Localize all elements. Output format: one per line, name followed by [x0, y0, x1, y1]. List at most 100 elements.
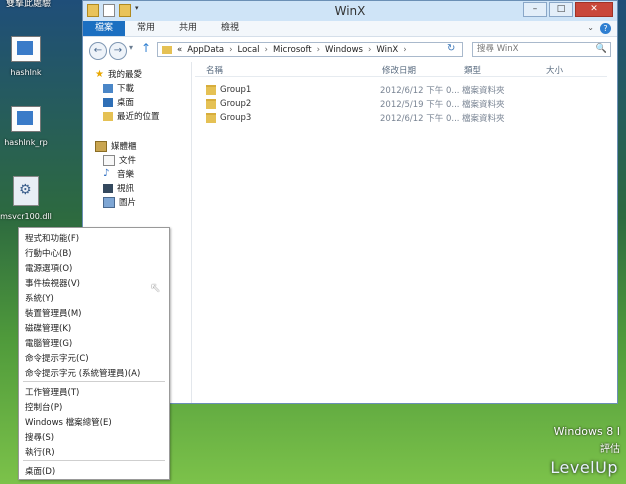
- menu-item-event-viewer[interactable]: 事件檢視器(V): [25, 277, 80, 289]
- minimize-button[interactable]: –: [523, 2, 547, 17]
- recent-places-icon: [103, 111, 113, 121]
- menu-separator: [23, 381, 165, 382]
- menu-item-run[interactable]: 執行(R): [25, 446, 55, 458]
- music-icon: ♪: [103, 168, 110, 179]
- menu-separator: [23, 460, 165, 461]
- nav-libraries[interactable]: 媒體櫃: [95, 140, 137, 152]
- tab-file[interactable]: 檔案: [83, 21, 126, 36]
- menu-item-disk-management[interactable]: 磁碟管理(K): [25, 322, 71, 334]
- column-header-size[interactable]: 大小: [546, 64, 563, 76]
- address-segment[interactable]: Microsoft: [273, 45, 312, 55]
- file-date: 2012/5/19 下午 0...: [380, 100, 460, 110]
- nav-label: 圖片: [119, 198, 137, 208]
- expand-ribbon-icon[interactable]: ⌄: [587, 23, 594, 34]
- refresh-button[interactable]: ↻: [447, 43, 455, 54]
- address-segment[interactable]: AppData: [187, 45, 224, 55]
- nav-label: 下載: [117, 84, 135, 94]
- address-segment[interactable]: WinX: [376, 45, 398, 55]
- folder-icon: [206, 113, 216, 123]
- nav-label: 我的最愛: [107, 70, 142, 80]
- chevron-right-icon[interactable]: ›: [229, 45, 232, 55]
- help-icon[interactable]: ?: [600, 23, 611, 34]
- nav-label: 最近的位置: [117, 112, 160, 122]
- nav-item-recent[interactable]: 最近的位置: [103, 110, 160, 122]
- menu-item-computer-management[interactable]: 電腦管理(G): [25, 337, 72, 349]
- address-bar[interactable]: « AppData › Local › Microsoft › Windows …: [157, 42, 463, 57]
- desktop-icon-label: hashlnk: [10, 68, 42, 77]
- address-segment[interactable]: Windows: [325, 45, 363, 55]
- address-row: ← → ▾ ↑ « AppData › Local › Microsoft › …: [83, 37, 617, 63]
- window-controls: – □ ✕: [523, 2, 613, 17]
- tab-view[interactable]: 檢視: [209, 21, 251, 36]
- desktop-icon-label: msvcr100.dll: [0, 212, 52, 221]
- nav-label: 媒體櫃: [111, 142, 137, 152]
- up-button[interactable]: ↑: [141, 41, 151, 55]
- desktop-icon: [103, 97, 113, 107]
- title-bar[interactable]: ▾ WinX – □ ✕: [83, 1, 617, 21]
- search-input[interactable]: 搜尋 WinX 🔍: [472, 42, 611, 57]
- nav-item-videos[interactable]: 視訊: [103, 182, 134, 194]
- chevron-right-icon[interactable]: ›: [317, 45, 320, 55]
- file-row[interactable]: Group1 2012/6/12 下午 0... 檔案資料夾: [206, 84, 542, 96]
- column-header-date[interactable]: 修改日期: [382, 64, 416, 76]
- file-icon: [11, 106, 41, 132]
- address-prefix[interactable]: «: [177, 45, 182, 55]
- desktop-icon-msvcr100[interactable]: msvcr100.dll: [0, 176, 58, 221]
- desktop-icon-hashlnk-rp[interactable]: hashlnk_rp: [0, 106, 58, 147]
- file-name: Group1: [220, 85, 252, 95]
- nav-item-desktop[interactable]: 桌面: [103, 96, 134, 108]
- column-header-name[interactable]: 名稱: [206, 64, 223, 76]
- menu-item-control-panel[interactable]: 控制台(P): [25, 401, 62, 413]
- chevron-right-icon[interactable]: ›: [368, 45, 371, 55]
- file-type: 檔案資料夾: [462, 100, 505, 110]
- file-row[interactable]: Group2 2012/5/19 下午 0... 檔案資料夾: [206, 98, 542, 110]
- file-row[interactable]: Group3 2012/6/12 下午 0... 檔案資料夾: [206, 112, 542, 124]
- menu-item-power-options[interactable]: 電源選項(O): [25, 262, 72, 274]
- column-header-type[interactable]: 類型: [464, 64, 481, 76]
- mouse-cursor-icon: ↖: [150, 281, 161, 296]
- menu-item-system[interactable]: 系統(Y): [25, 292, 54, 304]
- star-icon: ★: [95, 68, 104, 80]
- menu-item-task-manager[interactable]: 工作管理員(T): [25, 386, 79, 398]
- desktop-icon-hashlnk[interactable]: hashlnk: [0, 36, 58, 77]
- recent-locations-icon[interactable]: ▾: [129, 43, 133, 52]
- nav-item-downloads[interactable]: 下載: [103, 82, 134, 94]
- nav-item-documents[interactable]: 文件: [103, 154, 136, 166]
- file-type: 檔案資料夾: [462, 86, 505, 96]
- header-divider: [195, 76, 607, 77]
- menu-item-command-prompt-admin[interactable]: 命令提示字元 (系統管理員)(A): [25, 367, 140, 379]
- menu-item-command-prompt[interactable]: 命令提示字元(C): [25, 352, 89, 364]
- desktop-icon-label: hashlnk_rp: [4, 138, 48, 147]
- nav-label: 文件: [119, 156, 137, 166]
- file-date: 2012/6/12 下午 0...: [380, 86, 460, 96]
- address-segment[interactable]: Local: [238, 45, 260, 55]
- chevron-right-icon[interactable]: ›: [403, 45, 406, 55]
- ribbon-tabs: 檔案 常用 共用 檢視 ⌄ ?: [83, 21, 617, 37]
- menu-item-programs-features[interactable]: 程式和功能(F): [25, 232, 79, 244]
- file-list: 名稱 修改日期 類型 大小 Group1 2012/6/12 下午 0... 檔…: [192, 62, 617, 403]
- tab-home[interactable]: 常用: [125, 21, 167, 36]
- file-name: Group2: [220, 99, 252, 109]
- back-button[interactable]: ←: [89, 42, 107, 60]
- download-icon: [103, 83, 113, 93]
- chevron-right-icon[interactable]: ›: [265, 45, 268, 55]
- menu-item-search[interactable]: 搜尋(S): [25, 431, 54, 443]
- nav-label: 桌面: [117, 98, 135, 108]
- folder-icon: [206, 85, 216, 95]
- nav-favorites[interactable]: ★ 我的最愛: [95, 68, 142, 81]
- nav-label: 音樂: [117, 170, 135, 180]
- menu-item-action-center[interactable]: 行動中心(B): [25, 247, 71, 259]
- menu-item-desktop[interactable]: 桌面(D): [25, 465, 55, 477]
- document-icon: [103, 154, 115, 166]
- menu-item-device-manager[interactable]: 裝置管理員(M): [25, 307, 81, 319]
- nav-item-pictures[interactable]: 圖片: [103, 196, 136, 208]
- forward-button[interactable]: →: [109, 42, 127, 60]
- search-icon[interactable]: 🔍: [596, 43, 607, 56]
- maximize-button[interactable]: □: [549, 2, 573, 17]
- tab-share[interactable]: 共用: [167, 21, 209, 36]
- close-button[interactable]: ✕: [575, 2, 613, 17]
- menu-item-file-explorer[interactable]: Windows 檔案總管(E): [25, 416, 112, 428]
- nav-item-music[interactable]: ♪ 音樂: [103, 168, 135, 181]
- file-date: 2012/6/12 下午 0...: [380, 114, 460, 124]
- os-watermark: Windows 8 I: [553, 425, 620, 438]
